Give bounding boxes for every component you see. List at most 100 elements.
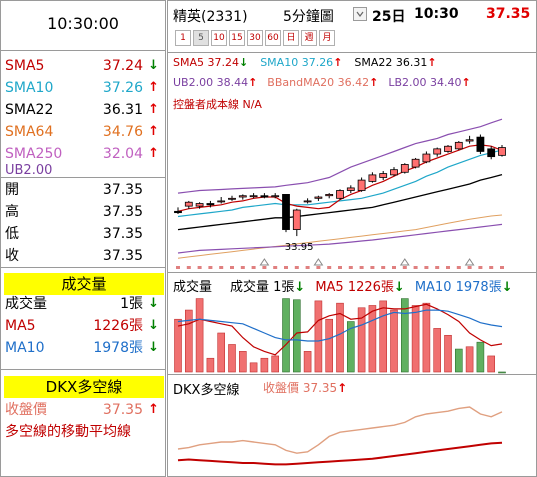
time-tick xyxy=(478,266,483,269)
down-arrow-icon: ↓ xyxy=(148,58,159,73)
candle-body xyxy=(271,195,280,198)
candle-body xyxy=(314,196,323,199)
ma-value: 37.24 xyxy=(102,58,143,74)
volume-bar xyxy=(390,309,398,373)
divider xyxy=(1,50,165,51)
candle-body xyxy=(465,139,474,142)
candle-body xyxy=(346,187,355,191)
volume-row: 成交量 1張 ↓ xyxy=(0,294,163,314)
time-tick xyxy=(273,266,278,269)
legend-text: 收盤價 37.35 xyxy=(263,381,338,395)
volume-bar xyxy=(487,355,496,373)
volume-bar xyxy=(303,351,312,373)
timeframe-button-30[interactable]: 30 xyxy=(247,30,263,46)
timeframe-button-5[interactable]: 5 xyxy=(193,30,209,46)
candle-body xyxy=(476,136,485,152)
dkx-legend: 收盤價 37.35↑ xyxy=(263,379,353,396)
timeframe-button-月[interactable]: 月 xyxy=(319,30,335,46)
candle-body xyxy=(379,173,388,178)
interval-dropdown-icon[interactable] xyxy=(353,7,367,21)
divider xyxy=(1,267,165,268)
timeframe-button-60[interactable]: 60 xyxy=(265,30,281,46)
candle-body xyxy=(487,148,496,158)
volume-bar xyxy=(271,355,279,373)
candle-body xyxy=(282,194,290,230)
time-tick xyxy=(197,266,202,269)
quote-row: 低 37.35 xyxy=(0,224,163,244)
volume-bar xyxy=(282,298,290,373)
sidebar-time: 10:30:00 xyxy=(47,14,119,33)
quote-label: 收 xyxy=(5,248,19,264)
stock-name[interactable]: 精英(2331) xyxy=(173,6,248,26)
candle-body xyxy=(260,195,269,198)
time-tick xyxy=(186,266,191,269)
volume-bar xyxy=(454,348,463,373)
divider xyxy=(168,272,536,273)
timeframe-button-1[interactable]: 1 xyxy=(175,30,191,46)
time-tick xyxy=(370,266,375,269)
volume-bar xyxy=(249,362,258,373)
down-arrow-icon: ↓ xyxy=(148,318,159,333)
time-tick xyxy=(456,266,461,269)
candle-body xyxy=(368,174,377,182)
candle-body xyxy=(411,158,420,168)
candle-body xyxy=(325,194,334,197)
candle-body xyxy=(433,148,442,155)
candle-body xyxy=(336,190,344,199)
candle-body xyxy=(400,164,409,173)
volume-bar xyxy=(174,318,182,373)
dkx-label: 多空線的移動平均線 xyxy=(5,424,131,440)
volume-label: MA5 xyxy=(5,318,36,334)
time-tick xyxy=(500,266,504,269)
candle-body xyxy=(206,203,215,206)
volume-bar xyxy=(184,309,193,373)
quote-label: 低 xyxy=(5,226,19,242)
timeframe-button-10[interactable]: 10 xyxy=(211,30,227,46)
time-tick xyxy=(435,266,440,269)
sma22-line xyxy=(177,173,503,231)
candle-body xyxy=(303,200,312,203)
timeframe-button-週[interactable]: 週 xyxy=(301,30,317,46)
quote-row: 高 37.35 xyxy=(0,202,163,222)
ma-value: 37.26 xyxy=(102,80,143,96)
divider xyxy=(168,374,536,375)
session-marker-icon xyxy=(259,258,270,266)
down-arrow-icon: ↓ xyxy=(148,296,159,311)
time-tick xyxy=(413,266,418,269)
quote-row: 開 37.35 xyxy=(0,180,163,200)
time-tick xyxy=(381,266,386,269)
time-tick xyxy=(446,266,450,269)
time-tick xyxy=(284,266,288,269)
time-tick xyxy=(316,266,321,269)
timeframe-button-15[interactable]: 15 xyxy=(229,30,245,46)
price-label: 37.35 xyxy=(486,6,531,22)
dkx-label: 收盤價 xyxy=(5,402,47,418)
time-tick xyxy=(294,266,299,269)
time-tick xyxy=(230,266,234,269)
ma-value: 32.04 xyxy=(102,146,143,162)
candle-body xyxy=(292,209,301,230)
quote-row: 收 37.35 xyxy=(0,246,163,266)
volume-bar xyxy=(444,334,452,373)
date-label: 25日 xyxy=(372,9,406,25)
quote-label: 高 xyxy=(5,204,19,220)
volume-bar xyxy=(465,346,474,373)
ma-value: 34.76 xyxy=(102,124,143,140)
time-tick xyxy=(262,266,267,269)
timeframe-button-日[interactable]: 日 xyxy=(283,30,299,46)
ma-row: SMA64 34.76 ↑ xyxy=(0,122,163,142)
candle-body xyxy=(444,145,452,152)
volume-row: MA10 1978張 ↓ xyxy=(0,338,163,358)
volume-value: 1226張 xyxy=(93,318,143,334)
up-arrow-icon: ↑ xyxy=(148,102,159,117)
volume-chart xyxy=(174,298,506,374)
time-tick xyxy=(219,266,224,269)
ma-label: SMA10 xyxy=(5,80,54,96)
price-chart: 33.95 xyxy=(174,118,506,269)
interval-label[interactable]: 5分鐘圖 xyxy=(283,6,334,26)
dkx-chart xyxy=(177,406,503,466)
up-arrow-icon: ↑ xyxy=(148,402,159,417)
volume-label: MA10 xyxy=(5,340,45,356)
volume-bar xyxy=(476,341,485,373)
session-marker-icon xyxy=(399,258,410,266)
